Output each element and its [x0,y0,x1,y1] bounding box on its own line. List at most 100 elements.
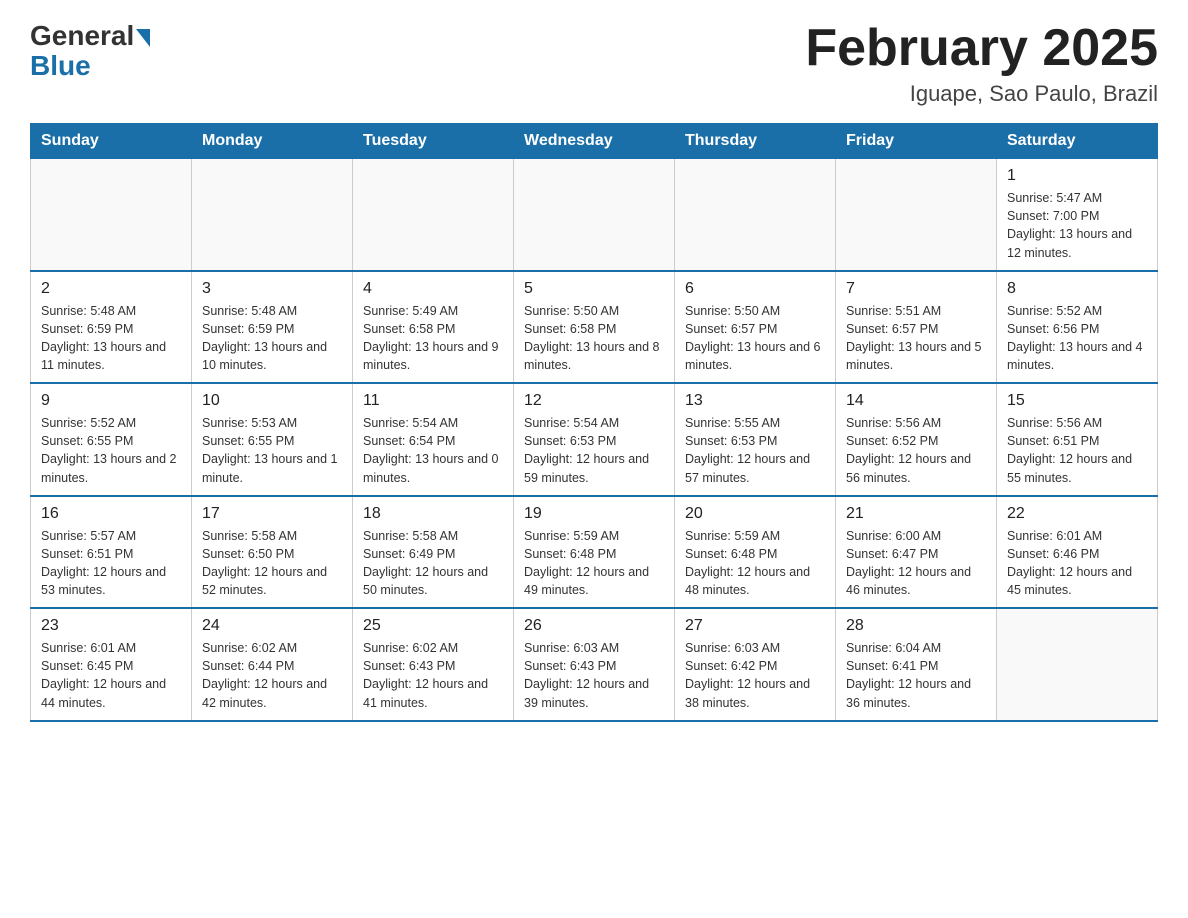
calendar-cell [514,159,675,271]
day-number: 14 [846,392,986,410]
calendar-week-1: 1 Sunrise: 5:47 AMSunset: 7:00 PMDaylight… [31,159,1158,271]
calendar-cell: 17 Sunrise: 5:58 AMSunset: 6:50 PMDayligh… [192,496,353,609]
day-info: Sunrise: 5:59 AMSunset: 6:48 PMDaylight:… [524,527,664,600]
day-number: 19 [524,505,664,523]
calendar-cell: 19 Sunrise: 5:59 AMSunset: 6:48 PMDayligh… [514,496,675,609]
calendar-cell: 13 Sunrise: 5:55 AMSunset: 6:53 PMDayligh… [675,383,836,496]
day-number: 8 [1007,280,1147,298]
day-info: Sunrise: 5:50 AMSunset: 6:58 PMDaylight:… [524,302,664,375]
logo-general-text: General [30,20,134,52]
calendar-week-5: 23Sunrise: 6:01 AMSunset: 6:45 PMDayligh… [31,608,1158,721]
calendar-cell: 22Sunrise: 6:01 AMSunset: 6:46 PMDayligh… [997,496,1158,609]
day-number: 3 [202,280,342,298]
calendar-cell: 4 Sunrise: 5:49 AMSunset: 6:58 PMDaylight… [353,271,514,384]
day-info: Sunrise: 5:53 AMSunset: 6:55 PMDaylight:… [202,414,342,487]
day-number: 4 [363,280,503,298]
day-number: 2 [41,280,181,298]
header-sunday: Sunday [31,124,192,159]
calendar-cell [836,159,997,271]
day-number: 16 [41,505,181,523]
calendar-cell: 23Sunrise: 6:01 AMSunset: 6:45 PMDayligh… [31,608,192,721]
day-info: Sunrise: 6:02 AMSunset: 6:43 PMDaylight:… [363,639,503,712]
day-number: 24 [202,617,342,635]
day-info: Sunrise: 5:56 AMSunset: 6:51 PMDaylight:… [1007,414,1147,487]
calendar-cell: 26Sunrise: 6:03 AMSunset: 6:43 PMDayligh… [514,608,675,721]
day-number: 15 [1007,392,1147,410]
day-number: 7 [846,280,986,298]
calendar-cell: 5 Sunrise: 5:50 AMSunset: 6:58 PMDaylight… [514,271,675,384]
calendar-cell: 24 Sunrise: 6:02 AMSunset: 6:44 PMDayligh… [192,608,353,721]
calendar-body: 1 Sunrise: 5:47 AMSunset: 7:00 PMDaylight… [31,159,1158,721]
calendar-header: Sunday Monday Tuesday Wednesday Thursday… [31,124,1158,159]
calendar-cell: 1 Sunrise: 5:47 AMSunset: 7:00 PMDaylight… [997,159,1158,271]
day-info: Sunrise: 5:59 AMSunset: 6:48 PMDaylight:… [685,527,825,600]
day-info: Sunrise: 6:03 AMSunset: 6:42 PMDaylight:… [685,639,825,712]
header-saturday: Saturday [997,124,1158,159]
calendar-cell: 14Sunrise: 5:56 AMSunset: 6:52 PMDayligh… [836,383,997,496]
calendar-cell [31,159,192,271]
day-info: Sunrise: 5:55 AMSunset: 6:53 PMDaylight:… [685,414,825,487]
calendar-title: February 2025 [805,20,1158,77]
header-friday: Friday [836,124,997,159]
day-info: Sunrise: 5:52 AMSunset: 6:55 PMDaylight:… [41,414,181,487]
calendar-week-2: 2 Sunrise: 5:48 AMSunset: 6:59 PMDaylight… [31,271,1158,384]
day-info: Sunrise: 6:03 AMSunset: 6:43 PMDaylight:… [524,639,664,712]
calendar-cell: 12 Sunrise: 5:54 AMSunset: 6:53 PMDayligh… [514,383,675,496]
day-number: 1 [1007,167,1147,185]
day-info: Sunrise: 5:58 AMSunset: 6:50 PMDaylight:… [202,527,342,600]
day-info: Sunrise: 5:48 AMSunset: 6:59 PMDaylight:… [41,302,181,375]
day-info: Sunrise: 6:00 AMSunset: 6:47 PMDaylight:… [846,527,986,600]
day-number: 17 [202,505,342,523]
day-number: 10 [202,392,342,410]
day-info: Sunrise: 6:02 AMSunset: 6:44 PMDaylight:… [202,639,342,712]
calendar-subtitle: Iguape, Sao Paulo, Brazil [805,81,1158,107]
header-row: Sunday Monday Tuesday Wednesday Thursday… [31,124,1158,159]
calendar-cell [353,159,514,271]
calendar-week-3: 9 Sunrise: 5:52 AMSunset: 6:55 PMDaylight… [31,383,1158,496]
day-info: Sunrise: 5:58 AMSunset: 6:49 PMDaylight:… [363,527,503,600]
calendar-table: Sunday Monday Tuesday Wednesday Thursday… [30,123,1158,722]
day-info: Sunrise: 5:54 AMSunset: 6:54 PMDaylight:… [363,414,503,487]
header-thursday: Thursday [675,124,836,159]
page-header: General Blue February 2025 Iguape, Sao P… [30,20,1158,107]
day-info: Sunrise: 5:52 AMSunset: 6:56 PMDaylight:… [1007,302,1147,375]
logo-arrow-icon [136,29,150,47]
day-number: 25 [363,617,503,635]
day-number: 22 [1007,505,1147,523]
calendar-cell: 2 Sunrise: 5:48 AMSunset: 6:59 PMDaylight… [31,271,192,384]
day-number: 27 [685,617,825,635]
calendar-cell: 10 Sunrise: 5:53 AMSunset: 6:55 PMDayligh… [192,383,353,496]
header-wednesday: Wednesday [514,124,675,159]
calendar-cell: 15 Sunrise: 5:56 AMSunset: 6:51 PMDayligh… [997,383,1158,496]
day-info: Sunrise: 5:57 AMSunset: 6:51 PMDaylight:… [41,527,181,600]
calendar-cell [192,159,353,271]
calendar-cell: 6Sunrise: 5:50 AMSunset: 6:57 PMDaylight… [675,271,836,384]
day-number: 5 [524,280,664,298]
logo-blue-text: Blue [30,50,91,82]
day-number: 6 [685,280,825,298]
calendar-cell [997,608,1158,721]
day-number: 21 [846,505,986,523]
day-info: Sunrise: 5:47 AMSunset: 7:00 PMDaylight:… [1007,189,1147,262]
day-info: Sunrise: 5:54 AMSunset: 6:53 PMDaylight:… [524,414,664,487]
calendar-cell: 8 Sunrise: 5:52 AMSunset: 6:56 PMDaylight… [997,271,1158,384]
calendar-cell: 9 Sunrise: 5:52 AMSunset: 6:55 PMDaylight… [31,383,192,496]
day-info: Sunrise: 5:48 AMSunset: 6:59 PMDaylight:… [202,302,342,375]
calendar-cell: 7Sunrise: 5:51 AMSunset: 6:57 PMDaylight… [836,271,997,384]
day-info: Sunrise: 5:49 AMSunset: 6:58 PMDaylight:… [363,302,503,375]
day-number: 13 [685,392,825,410]
calendar-week-4: 16 Sunrise: 5:57 AMSunset: 6:51 PMDayligh… [31,496,1158,609]
calendar-cell: 18Sunrise: 5:58 AMSunset: 6:49 PMDayligh… [353,496,514,609]
day-number: 20 [685,505,825,523]
day-number: 12 [524,392,664,410]
header-tuesday: Tuesday [353,124,514,159]
title-block: February 2025 Iguape, Sao Paulo, Brazil [805,20,1158,107]
calendar-cell: 27 Sunrise: 6:03 AMSunset: 6:42 PMDayligh… [675,608,836,721]
day-info: Sunrise: 6:04 AMSunset: 6:41 PMDaylight:… [846,639,986,712]
calendar-cell: 25 Sunrise: 6:02 AMSunset: 6:43 PMDayligh… [353,608,514,721]
calendar-cell: 28 Sunrise: 6:04 AMSunset: 6:41 PMDayligh… [836,608,997,721]
day-number: 9 [41,392,181,410]
day-number: 11 [363,392,503,410]
logo: General Blue [30,20,150,82]
day-number: 28 [846,617,986,635]
